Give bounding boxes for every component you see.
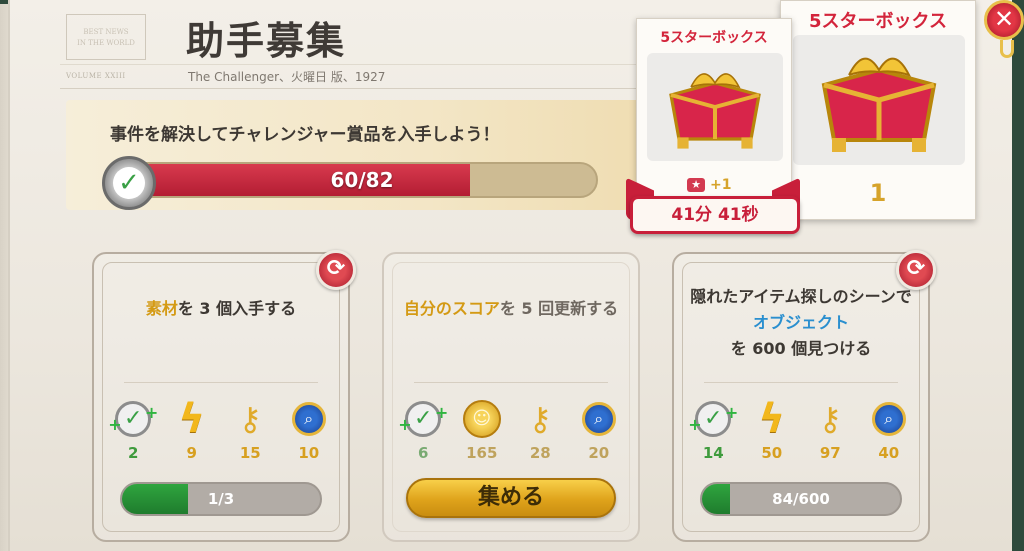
treasure-chest-icon bbox=[669, 73, 761, 149]
box-image bbox=[793, 35, 965, 165]
reward-value: 9 bbox=[186, 444, 197, 462]
reward-list: ✓ + + 6 ☺ 165 ⚷ 28 ⌕ 20 bbox=[394, 398, 628, 468]
reward-item: ⌕ 20 bbox=[573, 398, 625, 468]
task-title-text: を 5 回更新する bbox=[499, 299, 619, 318]
task-progress-label: 1/3 bbox=[207, 490, 235, 508]
reward-item: ⌕ 10 bbox=[283, 398, 335, 468]
reward-item: ⚷ 28 bbox=[514, 398, 566, 468]
close-button[interactable]: ✕ bbox=[984, 0, 1024, 40]
reward-value: 14 bbox=[702, 444, 724, 462]
star-icon: ★ bbox=[687, 178, 705, 192]
card-divider bbox=[704, 382, 898, 383]
task-progress-label: 84/600 bbox=[772, 490, 830, 508]
key-icon: ⚷ bbox=[818, 400, 842, 438]
reward-item: ✓ + + 6 bbox=[397, 398, 449, 468]
banner-text: 事件を解決してチャレンジャー賞品を入手しよう！ bbox=[110, 125, 500, 145]
box-title: 5スターボックス bbox=[660, 30, 768, 46]
task-title: 素材を 3 個入手する bbox=[108, 296, 334, 322]
reward-item: ⌕ 40 bbox=[863, 398, 915, 468]
reward-item: ☺ 165 bbox=[456, 398, 508, 468]
reward-value: 6 bbox=[418, 444, 429, 462]
coin-icon: ☺ bbox=[462, 400, 501, 438]
reward-value: 10 bbox=[298, 444, 320, 462]
card-divider bbox=[414, 382, 608, 383]
reward-value: 15 bbox=[239, 444, 261, 462]
task-title-text: を 600 個見つける bbox=[730, 339, 872, 358]
box-title: 5スターボックス bbox=[809, 11, 947, 32]
overall-progress-label: 60/82 bbox=[330, 168, 394, 192]
reward-value: 50 bbox=[761, 444, 783, 462]
reward-item: ϟ 9 bbox=[166, 396, 218, 468]
task-title-highlight: 素材 bbox=[145, 299, 178, 318]
reward-value: 97 bbox=[819, 444, 841, 462]
task-card-objects: ⟳ 隠れたアイテム探しのシーンでオブジェクトを 600 個見つける ✓ + + 14… bbox=[672, 250, 936, 542]
box-bonus: ★ +1 bbox=[687, 177, 731, 193]
box-timer: 41分 41秒 bbox=[630, 196, 800, 234]
reward-list: ✓ + + 2 ϟ 9 ⚷ 15 ⌕ 10 bbox=[104, 396, 338, 468]
close-button-hanger bbox=[1000, 40, 1014, 58]
task-title-highlight: オブジェクト bbox=[752, 313, 849, 332]
page-subtitle: The Challenger、火曜日 版、1927 bbox=[188, 70, 386, 84]
reward-item: ϟ 50 bbox=[746, 396, 798, 468]
reward-item: ⚷ 15 bbox=[224, 398, 276, 468]
reward-value: 2 bbox=[128, 444, 139, 462]
five-star-box-card[interactable]: 5スターボックス 1 bbox=[780, 0, 976, 220]
box-count: 1 bbox=[869, 179, 887, 207]
masthead-divider-top bbox=[60, 64, 640, 65]
magnifier-badge-icon: ⌕ bbox=[581, 402, 616, 436]
check-plus-icon: ✓ + + bbox=[688, 401, 738, 437]
energy-bolt-icon: ϟ bbox=[758, 396, 785, 442]
check-plus-icon: ✓ + + bbox=[108, 401, 158, 437]
task-title-text: を 3 個入手する bbox=[177, 299, 297, 318]
check-badge-icon: ✓ bbox=[102, 156, 156, 210]
collect-button[interactable]: 集める bbox=[406, 478, 616, 518]
task-progress-bar: 84/600 bbox=[700, 482, 902, 516]
task-card-score: 自分のスコアを 5 回更新する ✓ + + 6 ☺ 165 ⚷ 28 ⌕ 20 集め… bbox=[382, 252, 640, 542]
task-title-highlight: 自分のスコア bbox=[403, 299, 500, 318]
task-title: 自分のスコアを 5 回更新する bbox=[398, 296, 624, 322]
reward-item: ⚷ 97 bbox=[804, 398, 856, 468]
key-icon: ⚷ bbox=[238, 400, 262, 438]
box-image bbox=[647, 53, 783, 161]
reward-value: 28 bbox=[529, 444, 551, 462]
reward-item: ✓ + + 2 bbox=[107, 398, 159, 468]
magnifier-badge-icon: ⌕ bbox=[871, 402, 906, 436]
task-card-materials: ⟳ 素材を 3 個入手する ✓ + + 2 ϟ 9 ⚷ 15 ⌕ 10 1/3 bbox=[92, 250, 356, 542]
key-icon: ⚷ bbox=[528, 400, 552, 438]
reward-value: 40 bbox=[878, 444, 900, 462]
reward-value: 20 bbox=[588, 444, 610, 462]
reward-item: ✓ + + 14 bbox=[687, 398, 739, 468]
page-title: 助手募集 bbox=[186, 19, 347, 63]
bonus-value: +1 bbox=[710, 177, 732, 193]
check-plus-icon: ✓ + + bbox=[398, 401, 448, 437]
card-divider bbox=[124, 382, 318, 383]
task-progress-bar: 1/3 bbox=[120, 482, 322, 516]
task-title-prefix: 隠れたアイテム探しのシーンで bbox=[690, 287, 912, 306]
volume-label: VOLUME XXIII bbox=[66, 72, 126, 80]
newspaper-logo: BEST NEWS IN THE WORLD bbox=[66, 14, 146, 60]
reward-value: 165 bbox=[466, 444, 498, 462]
energy-bolt-icon: ϟ bbox=[178, 396, 205, 442]
reward-list: ✓ + + 14 ϟ 50 ⚷ 97 ⌕ 40 bbox=[684, 396, 918, 468]
refresh-icon[interactable]: ⟳ bbox=[316, 250, 356, 290]
magnifier-badge-icon: ⌕ bbox=[291, 402, 326, 436]
challenger-panel: BEST NEWS IN THE WORLD VOLUME XXIII 助手募集 … bbox=[0, 0, 1024, 551]
treasure-chest-icon bbox=[821, 57, 937, 152]
masthead-divider bbox=[60, 88, 640, 89]
task-title: 隠れたアイテム探しのシーンでオブジェクトを 600 個見つける bbox=[688, 284, 914, 362]
